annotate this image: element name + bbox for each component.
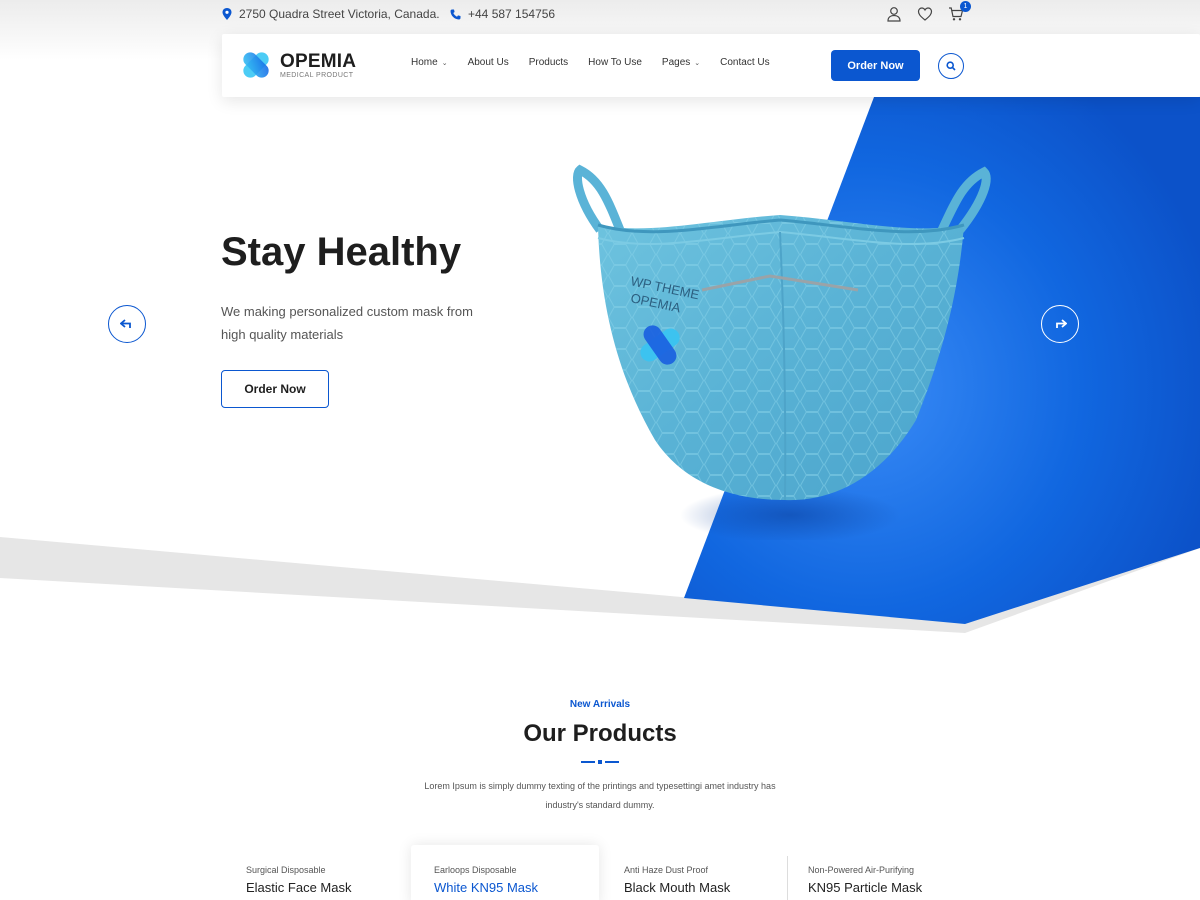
section-divider (581, 760, 619, 764)
face-mask-image: WP THEME OPEMIA (573, 164, 991, 540)
product-name: White KN95 Mask (434, 880, 539, 895)
product-name: Black Mouth Mask (624, 880, 731, 895)
address-info: 2750 Quadra Street Victoria, Canada. (222, 7, 440, 21)
hero-title: Stay Healthy (221, 230, 462, 274)
hero-description: We making personalized custom mask from … (221, 304, 473, 342)
product-category: Earloops Disposable (434, 865, 517, 875)
chevron-down-icon: ⌄ (694, 59, 701, 67)
product-name: Elastic Face Mask (246, 880, 352, 895)
nav-products-label: Products (528, 57, 569, 68)
product-category: Non-Powered Air-Purifying (808, 865, 915, 875)
hero-order-now-button[interactable]: Order Now (221, 370, 329, 408)
chevron-down-icon: ⌄ (441, 59, 448, 67)
nav-pages-label: Pages (661, 57, 691, 68)
top-actions: 1 (886, 1, 971, 22)
address-text: 2750 Quadra Street Victoria, Canada. (239, 7, 440, 21)
arrow-right-icon (1056, 319, 1067, 328)
phone-text: +44 587 154756 (468, 7, 556, 21)
section-kicker: New Arrivals (569, 699, 631, 710)
main-header: OPEMIA MEDICAL PRODUCT Home ⌄ About Us P… (222, 34, 1200, 97)
brand-subtitle: MEDICAL PRODUCT (280, 72, 354, 79)
location-icon (222, 8, 232, 20)
product-category: Surgical Disposable (246, 865, 326, 875)
search-button[interactable] (938, 53, 964, 79)
product-card[interactable]: Anti Haze Dust Proof Black Mouth Mask (600, 845, 780, 900)
nav-contact-us[interactable]: Contact Us (720, 57, 769, 68)
slider-next-button[interactable] (1041, 305, 1079, 343)
nav-how-to-use-label: How To Use (588, 57, 642, 68)
product-card[interactable]: Surgical Disposable Elastic Face Mask (222, 845, 402, 900)
nav-about-label: About Us (467, 57, 509, 68)
user-icon[interactable] (886, 6, 902, 22)
nav-about-us[interactable]: About Us (468, 57, 509, 68)
nav-how-to-use[interactable]: How To Use (588, 57, 642, 68)
nav-home[interactable]: Home ⌄ (411, 57, 448, 68)
slider-prev-button[interactable] (108, 305, 146, 343)
header-order-now-button[interactable]: Order Now (831, 50, 920, 81)
brand-name: OPEMIA (280, 51, 357, 72)
product-category: Anti Haze Dust Proof (624, 865, 709, 875)
section-title: Our Products (523, 720, 677, 747)
product-name: KN95 Particle Mask (808, 880, 923, 895)
section-description: Lorem Ipsum is simply dummy texting of t… (424, 781, 776, 810)
cart-count-badge: 1 (960, 1, 971, 12)
nav-home-label: Home (411, 57, 438, 68)
nav-pages[interactable]: Pages ⌄ (662, 57, 700, 68)
product-card-active[interactable]: Earloops Disposable White KN95 Mask (411, 845, 599, 900)
product-card[interactable]: Non-Powered Air-Purifying KN95 Particle … (788, 845, 988, 900)
logo[interactable]: OPEMIA MEDICAL PRODUCT (240, 48, 356, 82)
cart-icon[interactable]: 1 (948, 1, 971, 22)
main-nav: Home ⌄ About Us Products How To Use Page… (411, 57, 790, 68)
phone-icon (450, 9, 461, 19)
heart-icon[interactable] (917, 6, 933, 22)
logo-icon (243, 52, 269, 78)
nav-products[interactable]: Products (529, 57, 568, 68)
search-icon (946, 61, 956, 71)
phone-info: +44 587 154756 (450, 7, 555, 21)
nav-contact-label: Contact Us (720, 57, 770, 68)
arrow-left-icon (120, 319, 131, 328)
